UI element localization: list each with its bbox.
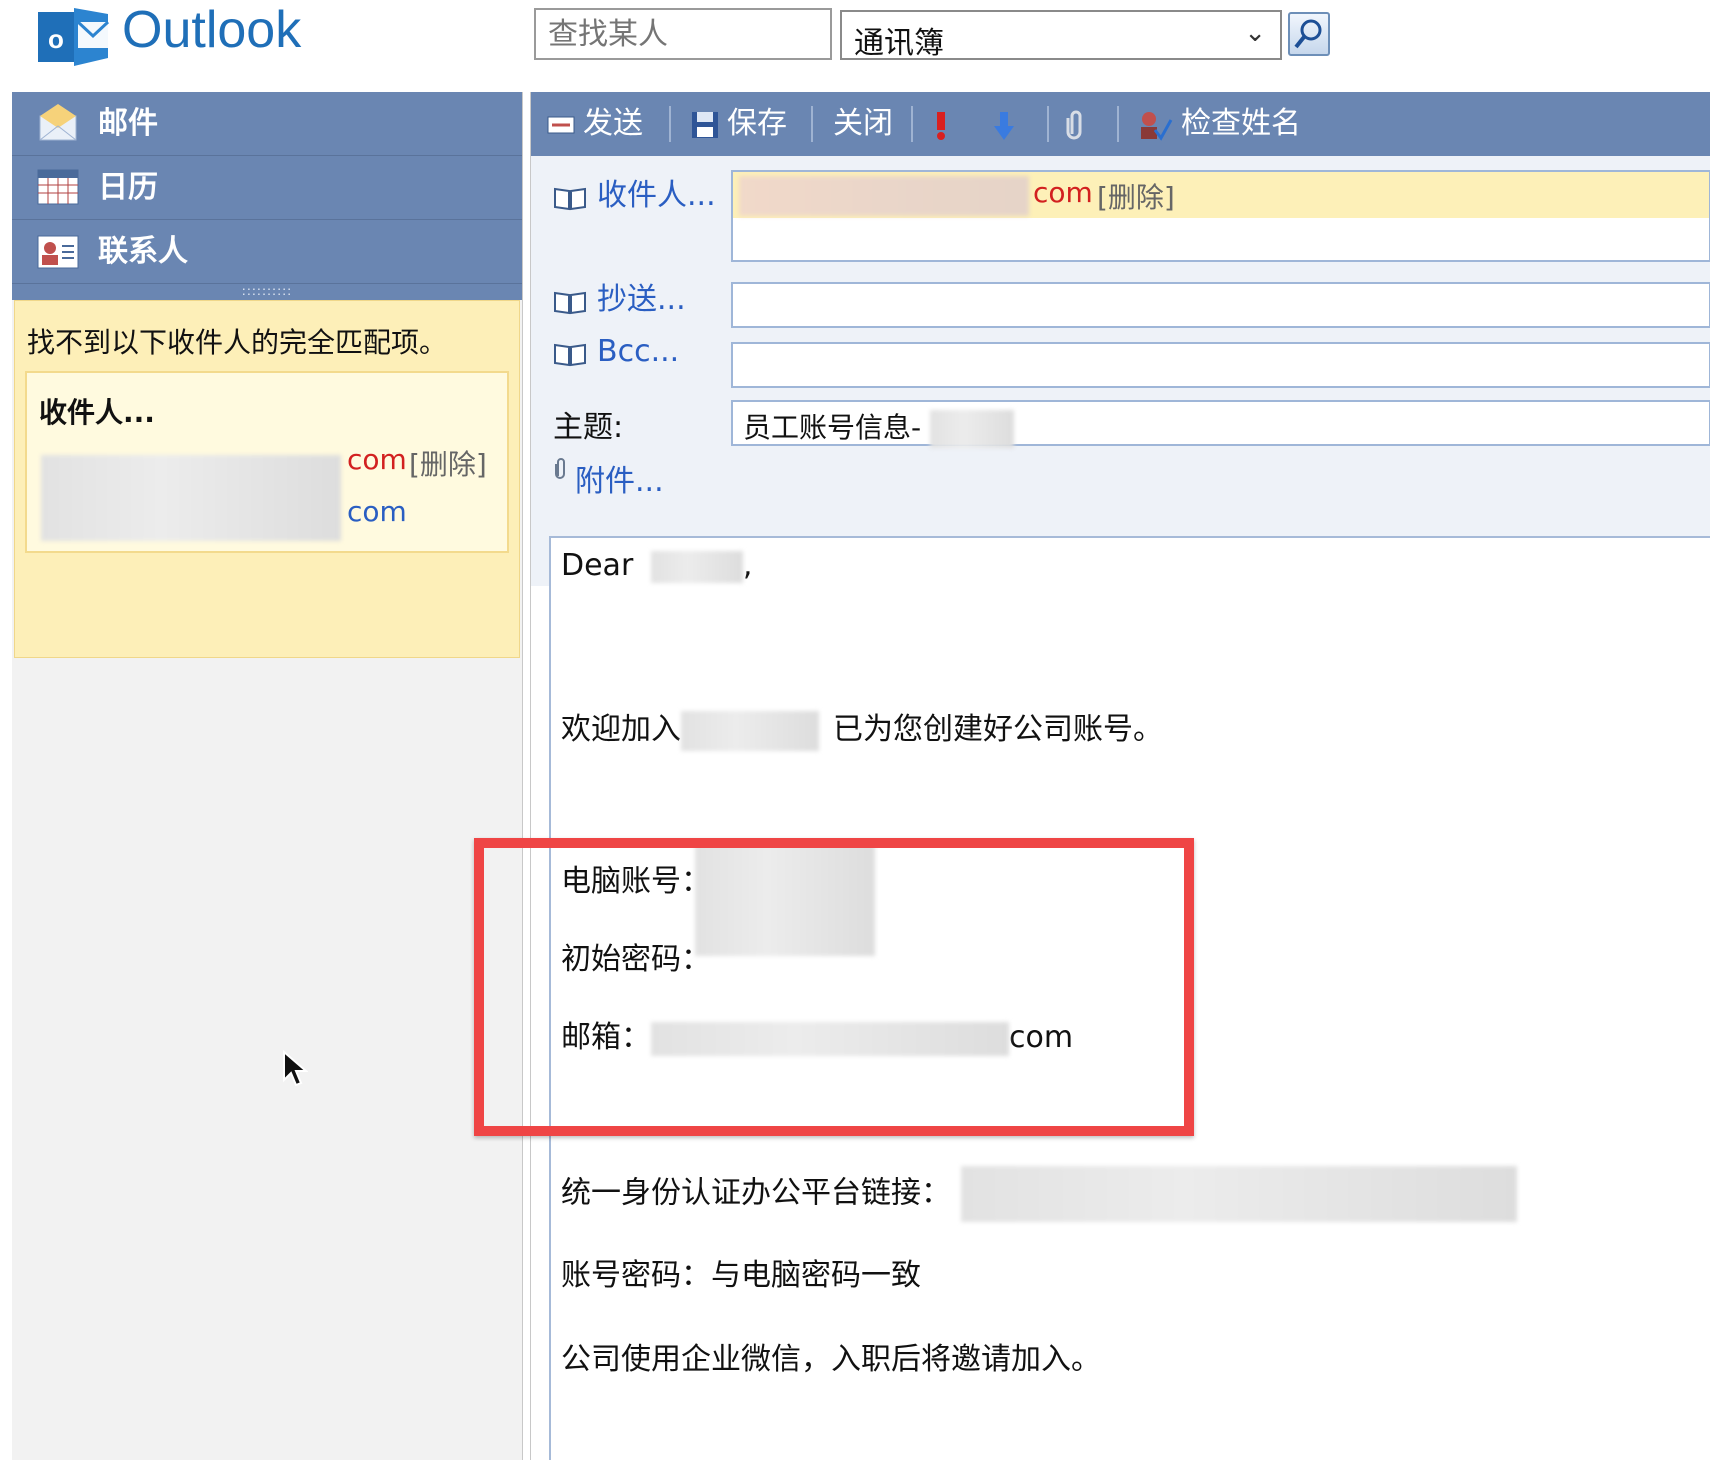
high-importance-button[interactable] xyxy=(931,92,951,156)
attachments-label: 附件... xyxy=(575,464,664,499)
attach-button[interactable] xyxy=(1065,92,1087,156)
close-label: 关闭 xyxy=(833,106,893,141)
to-delete-link[interactable]: [删除] xyxy=(1097,176,1175,216)
send-button[interactable]: 发送 xyxy=(547,92,643,156)
subject-value: 员工账号信息- xyxy=(743,411,922,444)
sso-link-label: 统一身份认证办公平台链接： xyxy=(561,1175,951,1211)
to-label: 收件人... xyxy=(597,178,716,213)
check-names-button[interactable]: 检查姓名 xyxy=(1137,92,1301,156)
contacts-icon xyxy=(36,230,80,272)
send-icon xyxy=(547,116,575,133)
redacted-recipient-name xyxy=(650,550,743,583)
recipient-2-suffix[interactable]: com xyxy=(347,495,407,528)
cc-button[interactable]: 抄送... xyxy=(553,274,686,318)
nav-item-contacts[interactable]: 联系人 xyxy=(12,220,522,284)
toolbar-divider xyxy=(811,106,813,142)
to-field[interactable]: com [删除] xyxy=(731,170,1710,262)
low-importance-button[interactable] xyxy=(991,92,1017,156)
check-names-icon xyxy=(1141,111,1173,141)
nav-item-label: 邮件 xyxy=(98,106,158,141)
low-importance-icon xyxy=(994,111,1014,140)
welcome-prefix: 欢迎加入 xyxy=(561,712,681,747)
address-book-icon xyxy=(553,340,587,366)
left-navigation-pane: 邮件 日历 联系人 :::::::::: 找不到以下收件人的完全匹配项。 收件人… xyxy=(12,92,523,1460)
save-label: 保存 xyxy=(727,106,787,141)
unresolved-message: 找不到以下收件人的完全匹配项。 xyxy=(27,326,448,359)
to-button[interactable]: 收件人... xyxy=(553,170,716,214)
attachments-button[interactable]: 附件... xyxy=(553,456,664,500)
redacted-sso-link xyxy=(960,1166,1517,1222)
compose-toolbar: 发送 保存 关闭 检查姓名 xyxy=(531,92,1710,156)
unresolved-recipients-box: 收件人... com [删除] com xyxy=(25,371,509,553)
unresolved-recipients-panel: 找不到以下收件人的完全匹配项。 收件人... com [删除] com xyxy=(14,300,520,658)
paperclip-icon xyxy=(555,458,565,479)
magnifier-icon xyxy=(1294,19,1322,49)
address-book-select[interactable]: 通讯簿 ⌄ xyxy=(840,10,1282,61)
save-icon xyxy=(692,111,718,138)
find-someone-input[interactable] xyxy=(534,8,832,60)
toolbar-divider xyxy=(1117,106,1119,142)
sso-link-line: 统一身份认证办公平台链接： xyxy=(561,1166,1517,1222)
cc-field[interactable] xyxy=(731,282,1710,328)
message-header-fields: 收件人... com [删除] 抄送... Bcc... 主题: 员工账号信息- xyxy=(531,156,1710,586)
close-button[interactable]: 关闭 xyxy=(833,92,893,156)
nav-item-label: 日历 xyxy=(98,170,158,205)
app-title: Outlook xyxy=(122,1,302,59)
check-names-label: 检查姓名 xyxy=(1181,106,1301,141)
greeting-punct: , xyxy=(742,548,753,583)
search-button[interactable] xyxy=(1288,12,1330,56)
redacted-subject-name xyxy=(930,410,1015,448)
paperclip-icon xyxy=(1066,110,1082,139)
wechat-line: 公司使用企业微信，入职后将邀请加入。 xyxy=(561,1342,1101,1377)
nav-item-mail[interactable]: 邮件 xyxy=(12,92,522,156)
cc-label: 抄送... xyxy=(597,282,686,317)
recipient-1-suffix[interactable]: com xyxy=(347,443,407,476)
annotation-highlight-frame xyxy=(474,838,1194,1136)
delete-recipient-link[interactable]: [删除] xyxy=(409,443,487,483)
toolbar-divider xyxy=(911,106,913,142)
redacted-recipient-addresses xyxy=(41,455,341,541)
address-book-icon xyxy=(553,288,587,314)
mail-icon xyxy=(36,102,80,144)
svg-text:o: o xyxy=(48,24,64,54)
send-label: 发送 xyxy=(583,106,643,141)
subject-label: 主题: xyxy=(553,410,624,445)
bcc-button[interactable]: Bcc... xyxy=(553,334,679,369)
calendar-icon xyxy=(36,166,80,208)
nav-item-calendar[interactable]: 日历 xyxy=(12,156,522,220)
welcome-suffix: 已为您创建好公司账号。 xyxy=(833,712,1163,747)
greeting-line: Dear , xyxy=(561,548,752,583)
toolbar-divider xyxy=(669,106,671,142)
address-book-icon xyxy=(553,184,587,210)
outlook-logo-icon: o xyxy=(38,4,114,66)
toolbar-divider xyxy=(1047,106,1049,142)
account-password-line: 账号密码：与电脑密码一致 xyxy=(561,1258,921,1293)
nav-item-label: 联系人 xyxy=(98,234,188,269)
chevron-down-icon: ⌄ xyxy=(1244,18,1266,48)
bcc-field[interactable] xyxy=(731,342,1710,388)
welcome-line: 欢迎加入 已为您创建好公司账号。 xyxy=(561,704,1163,751)
subject-field[interactable]: 员工账号信息- xyxy=(731,400,1710,448)
redacted-company-name xyxy=(681,710,819,751)
compose-pane: 发送 保存 关闭 检查姓名 收件人... com [删除] 抄送... Bcc.… xyxy=(530,92,1710,1460)
bcc-label: Bcc... xyxy=(597,334,680,369)
recipients-label: 收件人... xyxy=(39,396,155,429)
high-importance-icon xyxy=(937,111,945,140)
save-button[interactable]: 保存 xyxy=(691,92,787,156)
redacted-to-address xyxy=(739,176,1029,216)
greeting-text: Dear xyxy=(561,548,634,583)
pane-resize-grip[interactable]: :::::::::: xyxy=(12,284,522,300)
address-book-value: 通讯簿 xyxy=(854,26,944,61)
to-recipient-suffix[interactable]: com xyxy=(1033,176,1093,209)
mouse-cursor-icon xyxy=(282,1049,309,1092)
